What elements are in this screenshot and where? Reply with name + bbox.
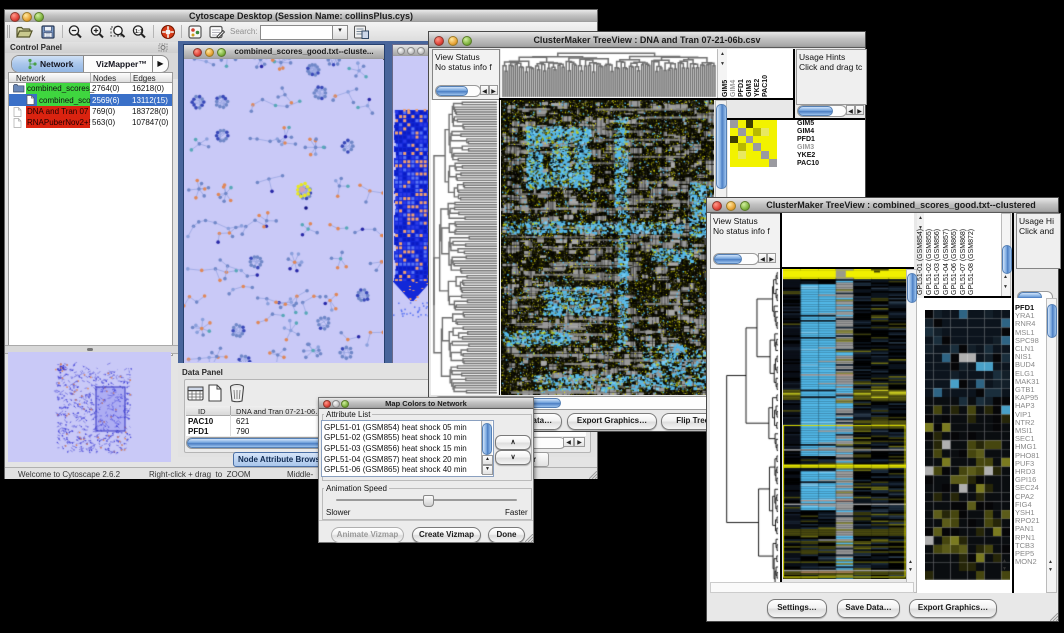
- svg-text:1:1: 1:1: [135, 29, 143, 35]
